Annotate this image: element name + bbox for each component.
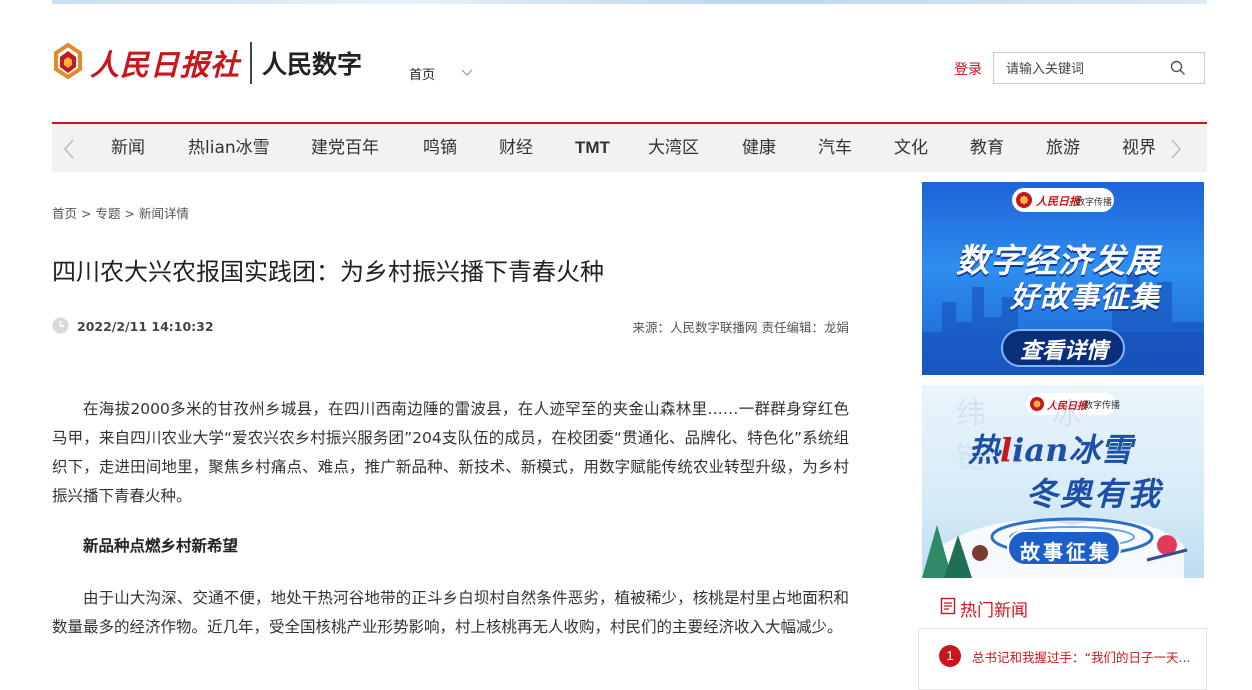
banner2-line1-d: an冰雪: [1024, 431, 1133, 469]
chevron-left-icon[interactable]: [62, 138, 76, 164]
hot-news-title: 热门新闻: [960, 601, 1028, 621]
banner2-line1-c: i: [1012, 431, 1025, 469]
channel-tab[interactable]: 教育: [970, 124, 1004, 172]
banner2-tag: 数字传播: [1084, 401, 1121, 411]
publish-time: 2022/2/11 14:10:32: [77, 319, 214, 334]
channel-nav: 新闻 热lian冰雪 建党百年 鸣镝 财经 TMT 大湾区 健康 汽车 文化 教育 旅游 视界: [52, 122, 1207, 172]
site-logo[interactable]: 人民日报社 人民数字: [52, 36, 362, 90]
breadcrumb-current: 新闻详情: [139, 206, 190, 221]
chevron-down-icon[interactable]: [460, 64, 474, 83]
banner-winter-olympics[interactable]: 纬 冰 链 人民日报 数字传播 热lian冰雪 冬奥有我 故事征集: [922, 385, 1204, 578]
article-body: 在海拔2000多米的甘孜州乡城县，在四川西南边陲的雷波县，在人迹罕至的夹金山森林…: [52, 395, 849, 663]
search-icon[interactable]: [1170, 60, 1186, 80]
banner1-tag: 数字传播: [1076, 198, 1113, 208]
chevron-right-icon[interactable]: [1169, 138, 1183, 164]
channel-tab[interactable]: 热lian冰雪: [188, 124, 270, 172]
paragraph-1: 在海拔2000多米的甘孜州乡城县，在四川西南边陲的雷波县，在人迹罕至的夹金山森林…: [52, 400, 849, 505]
channel-tab[interactable]: 新闻: [111, 124, 145, 172]
breadcrumb-home[interactable]: 首页: [52, 206, 77, 221]
channel-tab[interactable]: 财经: [499, 124, 533, 172]
banner2-brand: 人民日报: [1047, 401, 1087, 412]
hot-news-link[interactable]: 总书记和我握过手：“我们的日子一天...: [972, 647, 1190, 666]
channel-tab[interactable]: 大湾区: [648, 124, 699, 172]
banner2-line2: 冬奥有我: [1026, 475, 1163, 513]
breadcrumb-topic[interactable]: 专题: [96, 206, 121, 221]
banner1-button[interactable]: 查看详情: [1020, 333, 1108, 365]
banner2-line1: 热lian冰雪: [968, 425, 1132, 471]
logo-divider: [250, 42, 253, 84]
channel-tab[interactable]: 汽车: [818, 124, 852, 172]
list-item[interactable]: 1 总书记和我握过手：“我们的日子一天...: [939, 645, 1190, 667]
channel-tab[interactable]: 建党百年: [311, 124, 379, 172]
banner2-button[interactable]: 故事征集: [1020, 536, 1112, 565]
search-input[interactable]: [1004, 60, 1168, 77]
hot-news-heading: 热门新闻: [940, 596, 1028, 621]
channel-tab[interactable]: 视界: [1122, 124, 1156, 172]
channel-tab[interactable]: TMT: [575, 124, 610, 172]
channel-tab[interactable]: 文化: [894, 124, 928, 172]
breadcrumb: 首页 > 专题 > 新闻详情: [52, 206, 190, 221]
top-decor-strip: [52, 0, 1207, 4]
clock-icon: [52, 317, 69, 337]
document-icon: [940, 597, 956, 620]
logo-people-daily-text: 人民日报社: [90, 48, 241, 82]
article-meta: 2022/2/11 14:10:32 来源：人民数字联播网 责任编辑：龙娟: [52, 317, 849, 337]
channel-tab[interactable]: 鸣镝: [423, 124, 457, 172]
logo-emblem-icon: [52, 39, 84, 87]
login-link[interactable]: 登录: [954, 59, 982, 79]
channel-tab[interactable]: 旅游: [1046, 124, 1080, 172]
article-subheading: 新品种点燃乡村新希望: [83, 537, 239, 555]
channel-tab[interactable]: 健康: [742, 124, 776, 172]
banner1-line2: 好故事征集: [1010, 280, 1161, 314]
nav-home-link[interactable]: 首页: [409, 64, 435, 83]
article-source: 来源：人民数字联播网 责任编辑：龙娟: [632, 320, 849, 335]
logo-brand-text: 人民数字: [262, 50, 363, 79]
banner2-line1-a: 热: [968, 431, 1001, 469]
banner-digital-economy[interactable]: 人民日报 数字传播 数字经济发展 好故事征集 查看详情: [922, 182, 1204, 375]
paragraph-2: 由于山大沟深、交通不便，地处干热河谷地带的正斗乡白坝村自然条件恶劣，植被稀少，核…: [52, 589, 849, 636]
rank-badge: 1: [939, 645, 961, 667]
article-title: 四川农大兴农报国实践团：为乡村振兴播下青春火种: [52, 258, 604, 286]
banner1-brand: 人民日报: [1036, 195, 1080, 208]
banner2-line1-b: l: [1000, 431, 1013, 469]
search-box: [993, 52, 1205, 84]
hot-news-list: 1 总书记和我握过手：“我们的日子一天...: [918, 628, 1207, 690]
